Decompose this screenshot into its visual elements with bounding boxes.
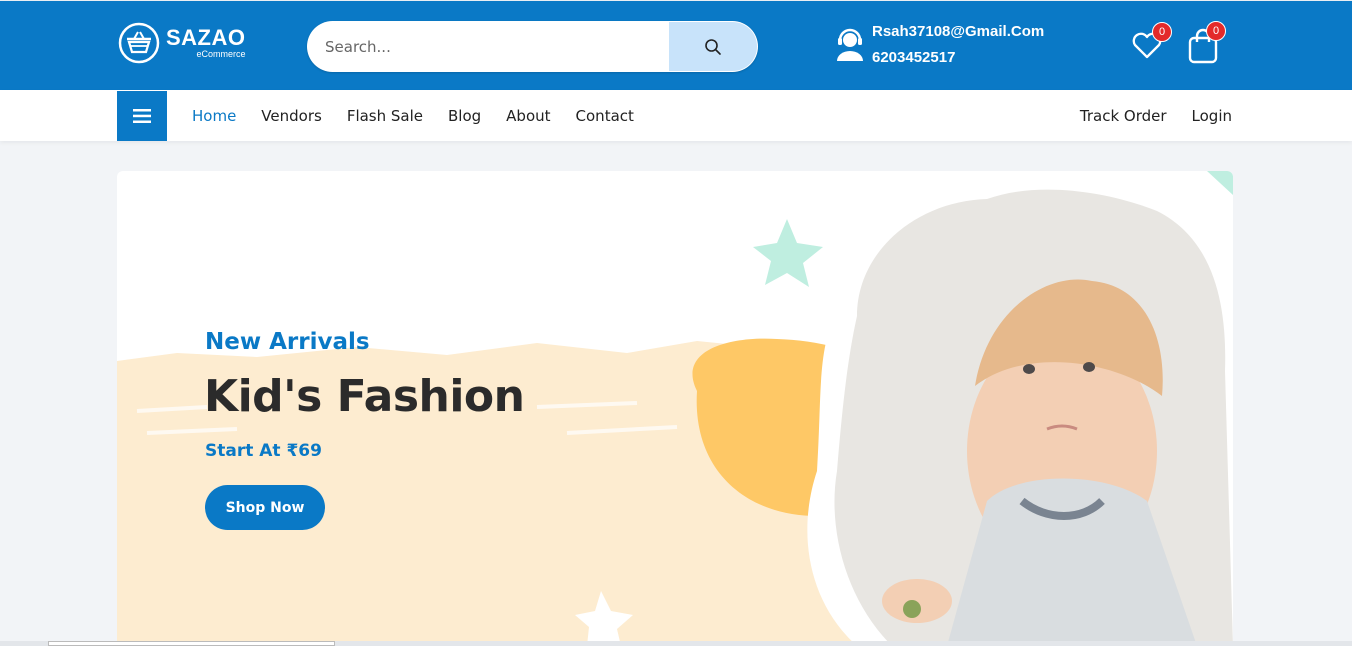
search-icon (705, 38, 721, 55)
support-agent-icon (837, 28, 863, 61)
brand-logo[interactable]: SAZAO eCommerce (118, 21, 246, 65)
cart-count-badge: 0 (1206, 21, 1226, 41)
secondary-nav-links: Track Order Login (1080, 90, 1232, 141)
main-navbar: Home Vendors Flash Sale Blog About Conta… (0, 90, 1352, 141)
mint-corner (1207, 171, 1233, 195)
hamburger-icon (133, 109, 151, 123)
wishlist-button[interactable]: 0 (1130, 22, 1172, 68)
cart-button[interactable]: 0 (1186, 21, 1226, 67)
partial-card-edge (48, 641, 335, 646)
nav-blog[interactable]: Blog (448, 107, 481, 125)
search-bar (307, 21, 758, 72)
brand-tagline: eCommerce (196, 49, 246, 59)
nav-home[interactable]: Home (192, 107, 236, 125)
brand-name: SAZAO (166, 25, 246, 50)
basket-logo-icon (118, 22, 160, 64)
nav-flash-sale[interactable]: Flash Sale (347, 107, 423, 125)
nav-login[interactable]: Login (1192, 107, 1232, 125)
hero-kicker: New Arrivals (205, 329, 370, 355)
contact-phone[interactable]: 6203452517 (872, 49, 1044, 67)
wishlist-count-badge: 0 (1152, 22, 1172, 42)
search-input[interactable] (325, 21, 665, 72)
hero-title: Kid's Fashion (204, 371, 525, 422)
contact-info: Rsah37108@Gmail.Com 6203452517 (834, 23, 1044, 67)
hero-price: Start At ₹69 (205, 441, 322, 461)
category-menu-button[interactable] (117, 91, 167, 141)
mint-star (753, 219, 823, 287)
hero-banner: New Arrivals Kid's Fashion Start At ₹69 … (117, 171, 1233, 646)
search-button[interactable] (669, 22, 757, 71)
top-header: SAZAO eCommerce Rsah37108@Gmail.Com 6203… (0, 0, 1352, 90)
nav-vendors[interactable]: Vendors (261, 107, 322, 125)
nav-about[interactable]: About (506, 107, 550, 125)
nav-contact[interactable]: Contact (576, 107, 634, 125)
contact-email[interactable]: Rsah37108@Gmail.Com (872, 23, 1044, 41)
nav-track-order[interactable]: Track Order (1080, 107, 1167, 125)
primary-nav-links: Home Vendors Flash Sale Blog About Conta… (192, 90, 634, 141)
shop-now-button[interactable]: Shop Now (205, 485, 325, 530)
